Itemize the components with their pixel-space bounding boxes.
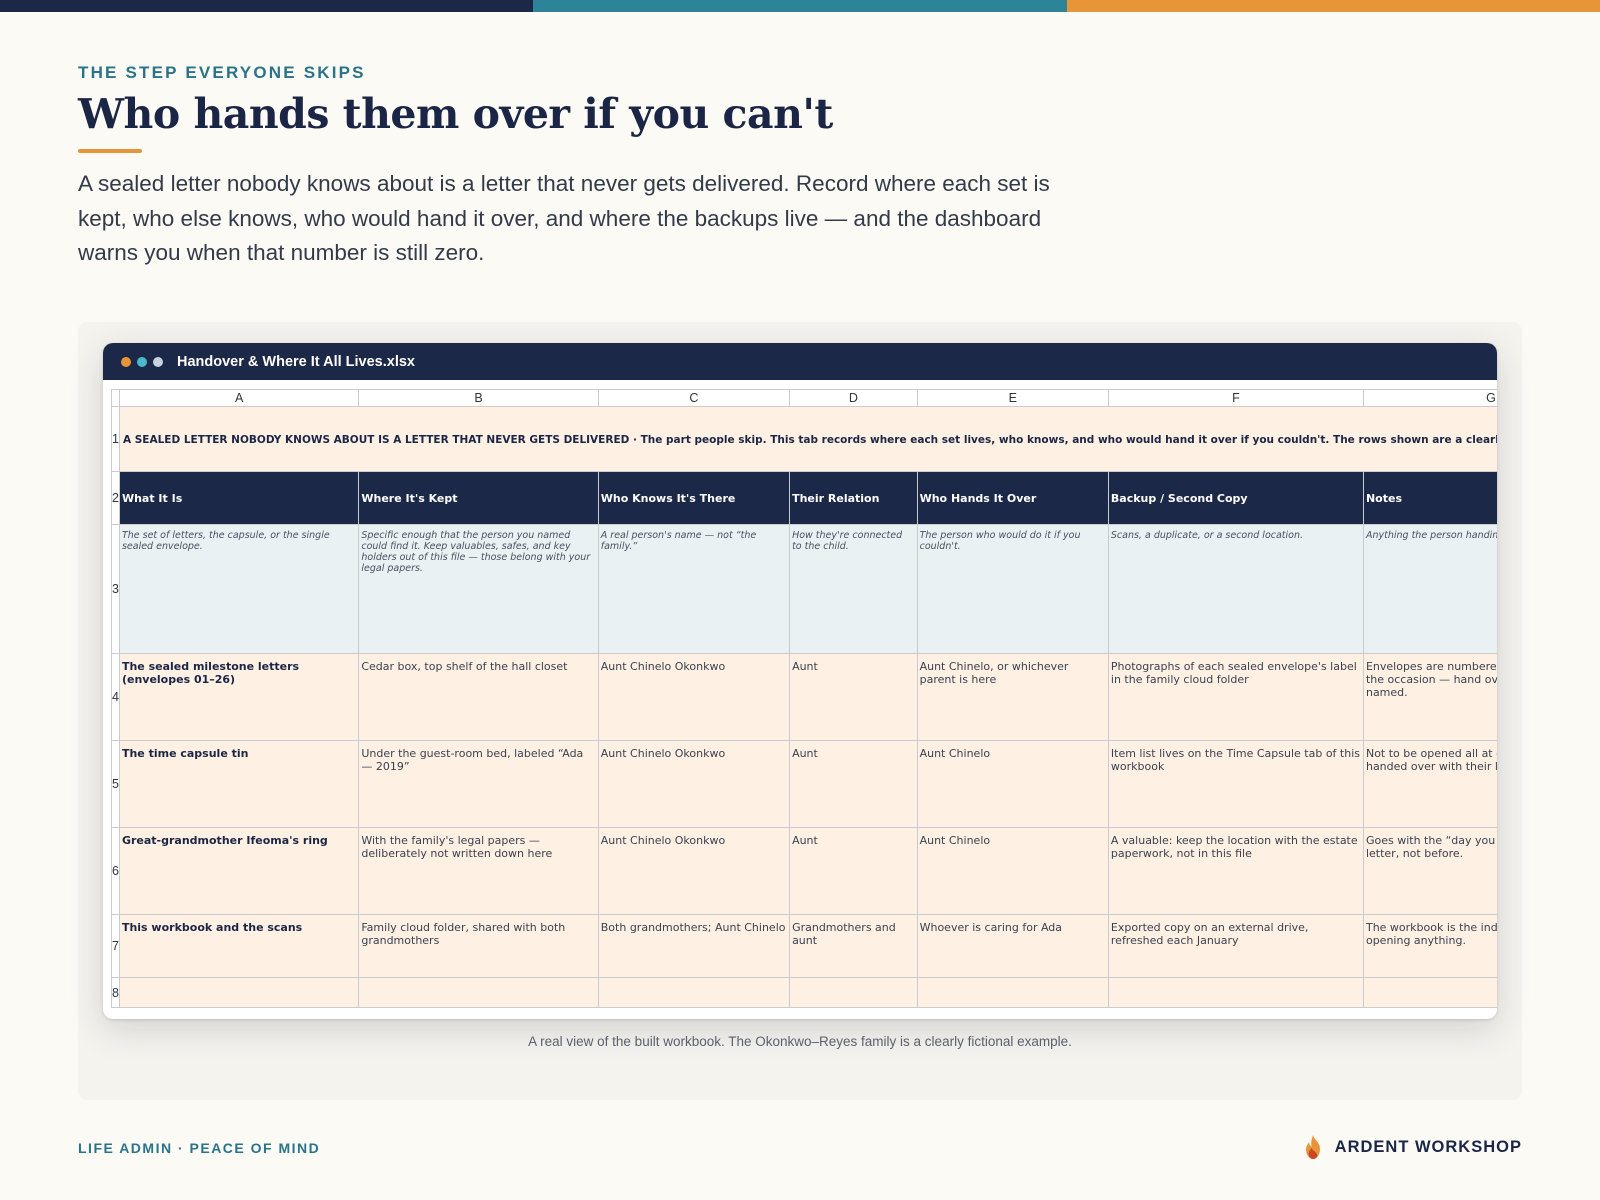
- data-cell[interactable]: Both grandmothers; Aunt Chinelo: [597, 914, 791, 978]
- table-row: 4 The sealed milestone letters (envelope…: [111, 653, 1497, 741]
- data-cell[interactable]: Envelopes are numbered and labeled with …: [1362, 653, 1497, 741]
- data-cell[interactable]: Family cloud folder, shared with both gr…: [358, 914, 599, 978]
- data-cell[interactable]: The sealed milestone letters (envelopes …: [118, 653, 360, 741]
- spreadsheet-window: Handover & Where It All Lives.xlsx A B C…: [103, 343, 1497, 1019]
- table-row: 8: [111, 977, 1497, 1008]
- hint-cell[interactable]: The set of letters, the capsule, or the …: [118, 524, 360, 654]
- screenshot-caption: A real view of the built workbook. The O…: [528, 1034, 1072, 1049]
- title-underline: [78, 149, 142, 153]
- data-cell[interactable]: Great-grandmother Ifeoma's ring: [118, 827, 360, 915]
- window-dot-orange[interactable]: [121, 356, 131, 367]
- row-header[interactable]: 3: [111, 524, 120, 654]
- data-cell[interactable]: Under the guest-room bed, labeled “Ada —…: [358, 740, 599, 828]
- hint-cell[interactable]: The person who would do it if you couldn…: [916, 524, 1109, 654]
- data-cell[interactable]: Aunt Chinelo Okonkwo: [597, 653, 791, 741]
- select-all-corner[interactable]: [111, 389, 120, 407]
- hint-cell[interactable]: Specific enough that the person you name…: [358, 524, 599, 654]
- window-titlebar: Handover & Where It All Lives.xlsx: [103, 343, 1497, 380]
- data-cell[interactable]: Not to be opened all at once — items are…: [1362, 740, 1497, 828]
- data-cell[interactable]: Aunt Chinelo Okonkwo: [597, 740, 791, 828]
- banner-cell[interactable]: A SEALED LETTER NOBODY KNOWS ABOUT IS A …: [118, 406, 1497, 472]
- footer-tagline: LIFE ADMIN · PEACE OF MIND: [78, 1140, 321, 1156]
- brand-name: ARDENT WORKSHOP: [1334, 1137, 1522, 1156]
- data-cell[interactable]: Aunt Chinelo: [916, 827, 1109, 915]
- window-dot-teal[interactable]: [137, 356, 147, 367]
- column-header[interactable]: E: [916, 389, 1109, 407]
- banner-text: A SEALED LETTER NOBODY KNOWS ABOUT IS A …: [122, 433, 1497, 446]
- empty-cell[interactable]: [1362, 977, 1497, 1008]
- column-header[interactable]: G: [1362, 389, 1497, 407]
- data-cell[interactable]: Exported copy on an external drive, refr…: [1107, 914, 1364, 978]
- row-header[interactable]: 7: [111, 914, 120, 978]
- banner-row: 1 A SEALED LETTER NOBODY KNOWS ABOUT IS …: [111, 406, 1497, 472]
- top-accent-segment-teal: [533, 0, 1067, 12]
- empty-cell[interactable]: [118, 977, 360, 1008]
- column-header[interactable]: C: [597, 389, 791, 407]
- data-cell[interactable]: Aunt: [789, 827, 918, 915]
- header-cell[interactable]: Backup / Second Copy: [1107, 471, 1364, 525]
- row-header[interactable]: 5: [111, 740, 120, 828]
- empty-cell[interactable]: [1107, 977, 1364, 1008]
- data-cell[interactable]: Aunt Chinelo Okonkwo: [597, 827, 791, 915]
- header-cell[interactable]: What It Is: [118, 471, 360, 525]
- row-header[interactable]: 1: [111, 406, 120, 472]
- table-row: 6 Great-grandmother Ifeoma's ring With t…: [111, 827, 1497, 915]
- table-header-row: 2 What It Is Where It's Kept Who Knows I…: [111, 471, 1497, 525]
- empty-cell[interactable]: [916, 977, 1109, 1008]
- empty-cell[interactable]: [789, 977, 918, 1008]
- column-header[interactable]: A: [118, 389, 360, 407]
- empty-cell[interactable]: [597, 977, 791, 1008]
- data-cell[interactable]: Aunt: [789, 740, 918, 828]
- data-cell[interactable]: The time capsule tin: [118, 740, 360, 828]
- data-cell[interactable]: Goes with the “day you choose your perso…: [1362, 827, 1497, 915]
- column-header[interactable]: B: [358, 389, 599, 407]
- data-cell[interactable]: Aunt Chinelo: [916, 740, 1109, 828]
- row-header[interactable]: 6: [111, 827, 120, 915]
- header-cell[interactable]: Their Relation: [789, 471, 918, 525]
- top-accent-bar: [0, 0, 1600, 12]
- column-header[interactable]: F: [1107, 389, 1364, 407]
- row-header[interactable]: 2: [111, 471, 120, 525]
- data-cell[interactable]: Grandmothers and aunt: [789, 914, 918, 978]
- hint-cell[interactable]: A real person's name — not “the family.”: [597, 524, 791, 654]
- row-header[interactable]: 4: [111, 653, 120, 741]
- lede-paragraph: A sealed letter nobody knows about is a …: [78, 171, 1050, 265]
- brand-logo[interactable]: ARDENT WORKSHOP: [1301, 1134, 1522, 1160]
- column-header-row: A B C D E F G: [111, 389, 1497, 407]
- header-cell[interactable]: Notes: [1362, 471, 1497, 525]
- data-cell[interactable]: With the family's legal papers — deliber…: [358, 827, 599, 915]
- page-title: Who hands them over if you can't: [78, 90, 833, 138]
- flame-icon: [1305, 1135, 1320, 1159]
- row-header[interactable]: 8: [111, 977, 120, 1008]
- data-cell[interactable]: A valuable: keep the location with the e…: [1107, 827, 1364, 915]
- data-cell[interactable]: Whoever is caring for Ada: [916, 914, 1109, 978]
- data-cell[interactable]: The workbook is the index — read it befo…: [1362, 914, 1497, 978]
- hint-cell[interactable]: Anything the person handing it over need…: [1362, 524, 1497, 654]
- window-dot-grey[interactable]: [153, 356, 163, 367]
- data-cell[interactable]: Cedar box, top shelf of the hall closet: [358, 653, 599, 741]
- header-cell[interactable]: Who Hands It Over: [916, 471, 1109, 525]
- column-header[interactable]: D: [789, 389, 918, 407]
- header-cell[interactable]: Where It's Kept: [358, 471, 599, 525]
- top-accent-segment-navy: [0, 0, 534, 12]
- data-cell[interactable]: Aunt Chinelo, or whichever parent is her…: [916, 653, 1109, 741]
- eyebrow: THE STEP EVERYONE SKIPS: [78, 63, 366, 82]
- hint-cell[interactable]: How they're connected to the child.: [789, 524, 918, 654]
- spreadsheet-grid: A B C D E F G 1 A SEALED LETTER NOBODY K…: [111, 389, 1497, 1008]
- top-accent-segment-orange: [1066, 0, 1600, 12]
- table-row: 5 The time capsule tin Under the guest-r…: [111, 740, 1497, 828]
- empty-cell[interactable]: [358, 977, 599, 1008]
- hint-row: 3 The set of letters, the capsule, or th…: [111, 524, 1497, 654]
- data-cell[interactable]: This workbook and the scans: [118, 914, 360, 978]
- window-title: Handover & Where It All Lives.xlsx: [177, 353, 415, 370]
- hint-cell[interactable]: Scans, a duplicate, or a second location…: [1107, 524, 1364, 654]
- data-cell[interactable]: Aunt: [789, 653, 918, 741]
- table-row: 7 This workbook and the scans Family clo…: [111, 914, 1497, 978]
- data-cell[interactable]: Item list lives on the Time Capsule tab …: [1107, 740, 1364, 828]
- data-cell[interactable]: Photographs of each sealed envelope's la…: [1107, 653, 1364, 741]
- header-cell[interactable]: Who Knows It's There: [597, 471, 791, 525]
